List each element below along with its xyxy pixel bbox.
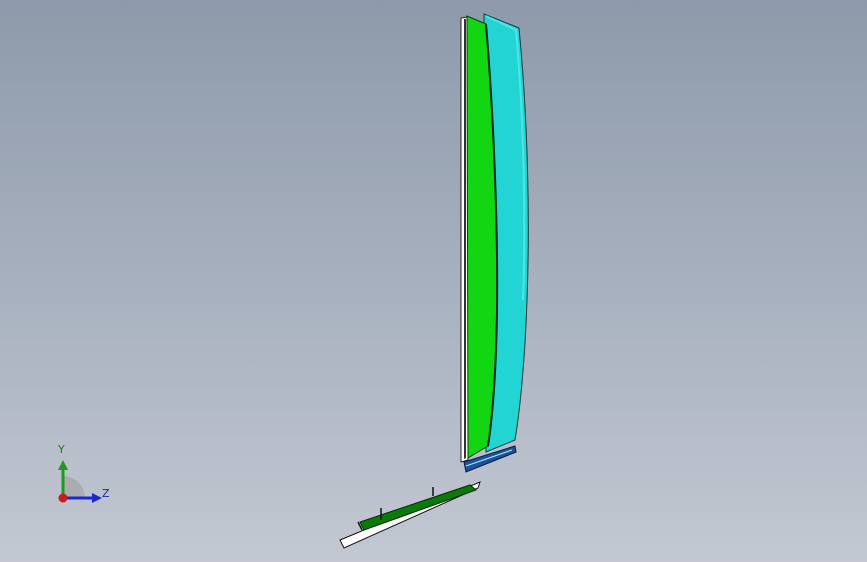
graphics-viewport[interactable]: Y Z xyxy=(0,0,867,562)
y-axis-label: Y xyxy=(58,443,65,456)
triad-arc xyxy=(63,476,85,498)
z-axis-arrow-icon xyxy=(92,493,102,503)
3d-model-view[interactable] xyxy=(0,0,867,562)
mast-edge xyxy=(464,19,466,459)
z-axis-label: Z xyxy=(102,487,110,500)
y-axis-arrow-icon xyxy=(58,460,68,470)
hull-deck xyxy=(359,484,477,531)
x-axis-dot-icon xyxy=(58,493,68,503)
